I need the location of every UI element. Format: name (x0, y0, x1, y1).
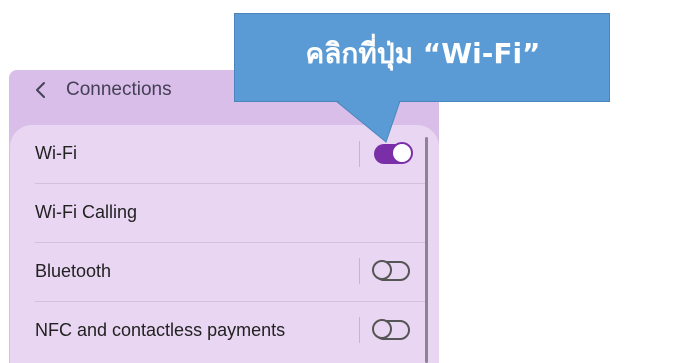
settings-card: Wi-Fi Wi-Fi Calling Bluetooth NFC and co… (10, 125, 439, 363)
toggle-knob (391, 142, 413, 164)
setting-label-bluetooth: Bluetooth (35, 261, 112, 281)
nfc-toggle[interactable] (372, 319, 410, 340)
chevron-left-icon[interactable] (33, 78, 49, 102)
scrollbar[interactable] (425, 137, 428, 363)
row-separator (359, 141, 360, 167)
setting-row-wifi-calling[interactable]: Wi-Fi Calling (10, 184, 439, 242)
row-separator (359, 317, 360, 343)
connections-screen: Connections Wi-Fi Wi-Fi Calling Bluetoot… (9, 70, 439, 363)
callout-box: คลิกที่ปุ่ม “Wi-Fi” (234, 13, 610, 102)
callout-text: คลิกที่ปุ่ม “Wi-Fi” (305, 37, 541, 70)
setting-row-nfc[interactable]: NFC and contactless payments (10, 302, 439, 360)
setting-label-wifi-calling: Wi-Fi Calling (35, 202, 138, 222)
bluetooth-toggle[interactable] (372, 260, 410, 281)
toggle-knob (372, 260, 392, 280)
toggle-knob (372, 319, 392, 339)
setting-label-nfc: NFC and contactless payments (35, 320, 286, 340)
screenshot-stage: Connections Wi-Fi Wi-Fi Calling Bluetoot… (0, 0, 684, 363)
setting-row-wifi[interactable]: Wi-Fi (10, 125, 439, 183)
page-title: Connections (66, 79, 172, 100)
wifi-toggle[interactable] (374, 142, 413, 164)
setting-label-wifi: Wi-Fi (35, 143, 77, 163)
row-separator (359, 258, 360, 284)
setting-row-bluetooth[interactable]: Bluetooth (10, 243, 439, 301)
